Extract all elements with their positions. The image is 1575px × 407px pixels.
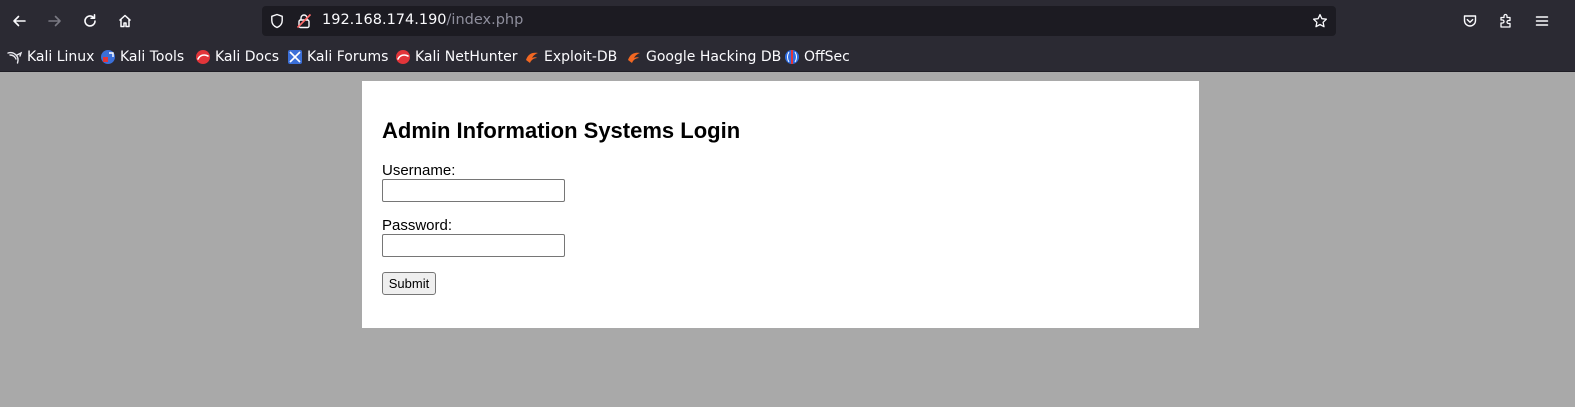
bookmark-google-hacking-db[interactable]: Google Hacking DB [626,46,781,68]
extensions-button[interactable] [1491,6,1521,36]
bookmark-label: OffSec [804,49,850,65]
extensions-icon [1500,13,1511,28]
bookmark-label: Kali Forums [307,49,389,65]
pocket-icon [1463,15,1477,27]
bookmark-kali-docs[interactable]: Kali Docs [195,46,279,68]
kali-tools-icon [100,49,116,65]
offsec-icon [784,49,800,65]
bookmark-label: Kali NetHunter [415,49,518,65]
home-icon [118,14,132,28]
bookmark-label: Kali Tools [120,49,185,65]
bookmark-label: Kali Linux [27,49,95,65]
kali-docs-icon [195,49,211,65]
menu-button[interactable] [1527,6,1557,36]
url-text[interactable]: 192.168.174.190/index.php [322,12,523,28]
bookmarks-bar: Kali Linux Kali Tools Kali Docs Kali For… [0,42,1575,72]
bookmark-offsec[interactable]: OffSec [784,46,850,68]
username-field[interactable] [382,179,565,202]
home-button[interactable] [110,6,140,36]
kali-nethunter-icon [395,49,411,65]
browser-toolbar: 192.168.174.190/index.php [0,0,1575,42]
password-field[interactable] [382,234,565,257]
pocket-button[interactable] [1455,6,1485,36]
kali-forums-icon [287,49,303,65]
insecure-lock-icon[interactable] [296,13,312,29]
menu-icon [1535,16,1549,26]
ghdb-icon [626,49,642,65]
kali-dragon-icon [7,49,23,65]
star-bookmark-icon[interactable] [1312,13,1328,29]
username-label: Username: [382,162,456,179]
bookmark-kali-nethunter[interactable]: Kali NetHunter [395,46,517,68]
bookmark-exploit-db[interactable]: Exploit-DB [524,46,617,68]
forward-button[interactable] [40,6,70,36]
url-bar[interactable]: 192.168.174.190/index.php [262,6,1336,36]
reload-icon [84,14,96,27]
bookmark-label: Kali Docs [215,49,280,65]
shield-icon[interactable] [269,13,285,29]
exploit-db-icon [524,49,540,65]
bookmark-label: Exploit-DB [544,49,618,65]
url-path: /index.php [446,12,524,28]
submit-button[interactable]: Submit [382,272,436,295]
page-title: Admin Information Systems Login [382,118,741,143]
bookmark-kali-tools[interactable]: Kali Tools [100,46,184,68]
bookmark-kali-linux[interactable]: Kali Linux [7,46,94,68]
back-button[interactable] [4,6,34,36]
forward-icon [48,15,61,27]
back-icon [13,15,26,27]
password-label: Password: [382,217,453,234]
url-host: 192.168.174.190 [322,12,447,28]
bookmark-kali-forums[interactable]: Kali Forums [287,46,388,68]
login-card: Admin Information Systems Login Username… [362,81,1199,328]
reload-button[interactable] [75,6,105,36]
bookmark-label: Google Hacking DB [646,49,782,65]
